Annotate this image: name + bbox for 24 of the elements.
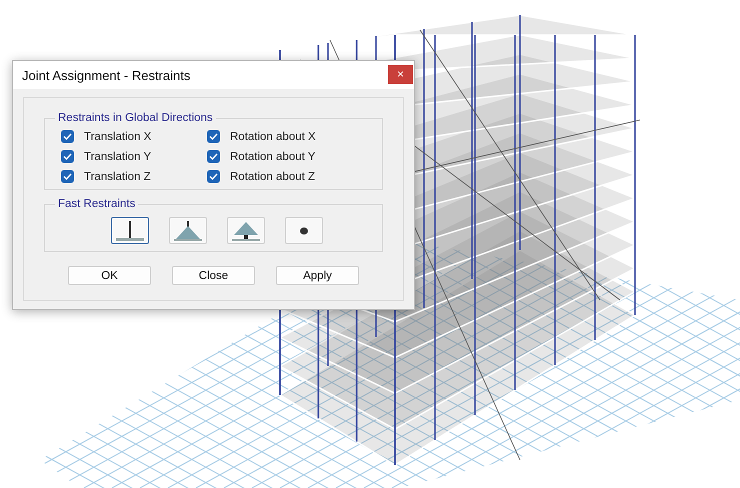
- checkbox[interactable]: [61, 130, 74, 143]
- pin-support-icon: [172, 220, 202, 242]
- checkbox-label: Rotation about Y: [230, 150, 316, 162]
- checkbox[interactable]: [207, 150, 220, 163]
- checkbox-label: Rotation about Z: [230, 170, 316, 182]
- group-title: Restraints in Global Directions: [57, 112, 214, 124]
- checkbox-label: Translation X: [84, 130, 152, 142]
- fixed-support-icon: [114, 220, 144, 242]
- dialog-title: Joint Assignment - Restraints: [22, 68, 190, 82]
- checkbox[interactable]: [61, 150, 74, 163]
- checkbox[interactable]: [61, 170, 74, 183]
- checkbox[interactable]: [207, 170, 220, 183]
- dialog-button[interactable]: OK: [68, 266, 151, 285]
- close-button[interactable]: ×: [388, 64, 413, 84]
- checkbox[interactable]: [207, 130, 220, 143]
- restraint-button[interactable]: [110, 217, 148, 244]
- group-title: Fast Restraints: [57, 198, 136, 210]
- dialog-button[interactable]: Apply: [276, 266, 359, 285]
- checkbox-label: Translation Z: [84, 170, 151, 182]
- joint-icon: [298, 226, 308, 234]
- checkbox-label: Translation Y: [84, 150, 152, 162]
- dialog-button[interactable]: Close: [172, 266, 255, 285]
- roller-support-icon: [230, 220, 260, 242]
- checkbox-label: Rotation about X: [230, 130, 316, 142]
